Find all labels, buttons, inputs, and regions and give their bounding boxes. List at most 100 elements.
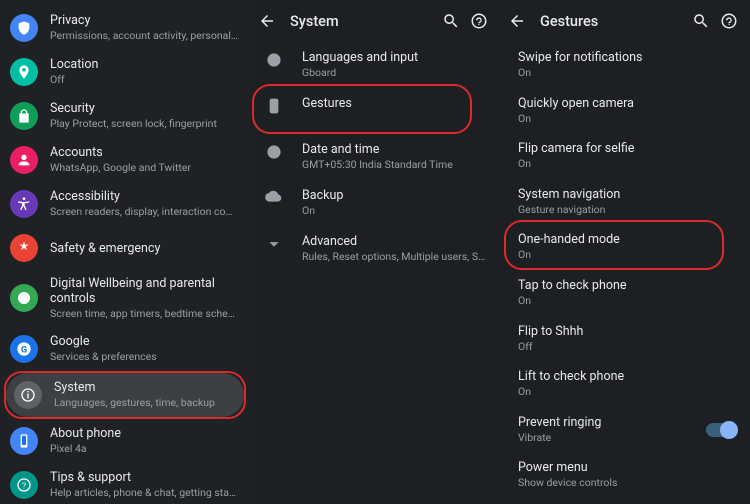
expand-icon (262, 234, 286, 253)
gesture-item-lift-to-check-phone[interactable]: Lift to check phone On (500, 361, 750, 407)
system-item-sub: Gboard (302, 67, 418, 80)
info-icon (14, 381, 42, 409)
gesture-item-one-handed-mode[interactable]: One-handed mode On (500, 224, 750, 270)
gesture-item-title: Prevent ringing (518, 415, 706, 430)
gesture-item-title: Tap to check phone (518, 278, 736, 293)
settings-item-about-phone[interactable]: About phone Pixel 4a (0, 419, 250, 463)
gesture-item-sub: On (518, 113, 688, 126)
backup-icon (262, 188, 286, 207)
gesture-item-sub: Vibrate (518, 432, 688, 445)
gesture-item-flip-camera-for-selfie[interactable]: Flip camera for selfie On (500, 133, 750, 179)
settings-item-title: Accessibility (50, 189, 238, 204)
help-icon[interactable] (468, 10, 490, 32)
globe-icon (262, 50, 286, 69)
gesture-item-swipe-for-notifications[interactable]: Swipe for notifications On (500, 42, 750, 88)
settings-item-accessibility[interactable]: AccessibilityScreen readers, display, in… (0, 182, 250, 226)
settings-item-sub: Pixel 4a (50, 443, 121, 456)
accessibility-icon (10, 190, 38, 218)
settings-item-system[interactable]: SystemLanguages, gestures, time, backup (6, 373, 244, 417)
gesture-item-sub: Gesture navigation (518, 204, 688, 217)
settings-item-sub: Permissions, account activity, personal … (50, 30, 238, 43)
settings-item-title: Digital Wellbeing and parental controls (50, 276, 238, 306)
gesture-item-title: Flip camera for selfie (518, 141, 736, 156)
wellbeing-icon (10, 284, 38, 312)
settings-item-safety-emergency[interactable]: Safety & emergency (0, 226, 250, 270)
search-icon[interactable] (440, 10, 462, 32)
gesture-item-title: Quickly open camera (518, 96, 736, 111)
settings-item-title: Privacy (50, 13, 238, 28)
gesture-item-sub: On (518, 386, 688, 399)
gesture-item-power-menu[interactable]: Power menu Show device controls (500, 452, 750, 498)
system-item-title: Date and time (302, 142, 453, 157)
phone-icon (10, 427, 38, 455)
settings-item-title: Location (50, 57, 98, 72)
settings-item-google[interactable]: G Google Services & preferences (0, 327, 250, 371)
gestures-pane: Gestures Swipe for notificationsOnQuickl… (500, 0, 750, 504)
gesture-item-sub: On (518, 295, 688, 308)
settings-root-pane: Privacy Permissions, account activity, pe… (0, 0, 250, 504)
gesture-item-title: Flip to Shhh (518, 324, 736, 339)
settings-item-title: Security (50, 101, 217, 116)
location-icon (10, 58, 38, 86)
toggle-switch[interactable] (706, 423, 736, 437)
settings-item-sub: Services & preferences (50, 351, 157, 364)
settings-item-tips-support[interactable]: ? Tips & support Help articles, phone & ch… (0, 463, 250, 504)
system-header: System (250, 0, 500, 42)
system-item-sub: On (302, 205, 343, 218)
settings-item-title: About phone (50, 426, 121, 441)
gesture-item-sub: Off (518, 341, 688, 354)
gesture-item-title: One-handed mode (518, 232, 736, 247)
system-item-title: Backup (302, 188, 343, 203)
settings-item-sub: Languages, gestures, time, backup (54, 397, 215, 410)
settings-item-privacy[interactable]: Privacy Permissions, account activity, pe… (0, 6, 250, 50)
clock-icon (262, 142, 286, 161)
gesture-item-sub: On (518, 158, 688, 171)
settings-item-digital-wellbeing-and-parental-controls[interactable]: Digital Wellbeing and parental controlsS… (0, 270, 250, 327)
system-header-title: System (290, 13, 434, 30)
system-list: Languages and input Gboard Gestures Date an… (250, 42, 500, 272)
gesture-item-tap-to-check-phone[interactable]: Tap to check phone On (500, 270, 750, 316)
settings-item-accounts[interactable]: Accounts WhatsApp, Google and Twitter (0, 138, 250, 182)
gesture-item-sub: On (518, 249, 688, 262)
settings-item-location[interactable]: Location Off (0, 50, 250, 94)
system-item-title: Advanced (302, 234, 487, 249)
gesture-item-title: Power menu (518, 460, 736, 475)
search-icon[interactable] (690, 10, 712, 32)
system-item-sub: Rules, Reset options, Multiple users, Sy… (302, 251, 487, 264)
settings-item-sub: Help articles, phone & chat, getting sta… (50, 487, 238, 500)
help-icon[interactable] (718, 10, 740, 32)
gesture-item-sub: On (518, 67, 688, 80)
system-item-languages-and-input[interactable]: Languages and input Gboard (250, 42, 500, 88)
account-icon (10, 146, 38, 174)
system-item-gestures[interactable]: Gestures (250, 88, 500, 134)
system-item-date-and-time[interactable]: Date and time GMT+05:30 India Standard Ti… (250, 134, 500, 180)
system-item-sub: GMT+05:30 India Standard Time (302, 159, 453, 172)
settings-root-list: Privacy Permissions, account activity, pe… (0, 0, 250, 504)
gesture-item-flip-to-shhh[interactable]: Flip to Shhh Off (500, 316, 750, 362)
settings-item-title: Google (50, 334, 157, 349)
help-icon: ? (10, 471, 38, 499)
gesture-item-sub: Show device controls (518, 477, 688, 490)
svg-text:?: ? (22, 481, 26, 491)
settings-item-sub: WhatsApp, Google and Twitter (50, 162, 191, 175)
settings-item-title: Accounts (50, 145, 191, 160)
google-icon: G (10, 335, 38, 363)
safety-icon (10, 234, 38, 262)
gesture-item-quickly-open-camera[interactable]: Quickly open camera On (500, 88, 750, 134)
gesture-icon (262, 96, 286, 115)
system-item-advanced[interactable]: Advanced Rules, Reset options, Multiple u… (250, 226, 500, 272)
gesture-item-system-navigation[interactable]: System navigation Gesture navigation (500, 179, 750, 225)
gesture-item-title: Lift to check phone (518, 369, 736, 384)
back-icon[interactable] (256, 10, 278, 32)
svg-text:G: G (21, 344, 27, 355)
gesture-item-title: Swipe for notifications (518, 50, 736, 65)
system-item-title: Gestures (302, 96, 352, 111)
settings-item-security[interactable]: SecurityPlay Protect, screen lock, finge… (0, 94, 250, 138)
gesture-item-title: System navigation (518, 187, 736, 202)
settings-item-title: Tips & support (50, 470, 238, 485)
system-item-title: Languages and input (302, 50, 418, 65)
settings-item-sub: Off (50, 74, 98, 87)
gesture-item-prevent-ringing[interactable]: Prevent ringing Vibrate (500, 407, 750, 453)
system-item-backup[interactable]: Backup On (250, 180, 500, 226)
back-icon[interactable] (506, 10, 528, 32)
